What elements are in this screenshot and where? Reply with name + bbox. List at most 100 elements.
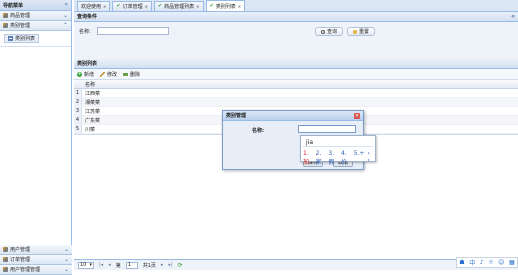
nav-section-label: 类别管理 xyxy=(10,23,31,29)
search-button-label: 查询 xyxy=(327,29,338,35)
collapse-icon[interactable]: « xyxy=(511,13,515,20)
collapse-nav-icon[interactable]: « xyxy=(64,2,68,8)
table-row[interactable]: 1 江西菜 xyxy=(74,89,518,98)
tab-label: 订单管理 xyxy=(122,4,143,10)
delete-button-label: 删除 xyxy=(130,71,141,78)
keyboard-icon[interactable]: ▦ xyxy=(509,259,515,266)
nav-item-label: 类别列表 xyxy=(15,36,36,42)
tab-orders[interactable]: ✔ 订单管理 ✕ xyxy=(112,1,152,11)
ime-candidate[interactable]: 4.价 xyxy=(341,150,351,166)
row-number: 5 xyxy=(74,125,82,133)
chevron-down-icon[interactable]: ⌄ xyxy=(64,246,69,253)
tab-welcome[interactable]: 欢迎使用 ✕ xyxy=(77,1,111,11)
list-toolbar: + 新增 修改 删除 xyxy=(74,69,518,80)
close-icon[interactable]: ✕ xyxy=(103,4,106,9)
ime-tray: ☗ 中 ♪ ☼ ☺ ▦ xyxy=(456,257,518,268)
ime-candidate[interactable]: 3.假 xyxy=(328,150,338,166)
close-icon[interactable]: ✕ xyxy=(145,4,148,9)
nav-section-order[interactable]: 订单管理 ⌄ xyxy=(0,255,72,265)
pencil-icon xyxy=(100,71,106,77)
edit-button[interactable]: 修改 xyxy=(100,71,117,78)
page-label: 第 xyxy=(115,262,121,269)
row-number: 4 xyxy=(74,116,82,124)
row-name: 湘菜菜 xyxy=(85,99,101,106)
page-number-input[interactable]: 1 xyxy=(125,261,138,269)
nav-section-user[interactable]: 用户管理 ⌄ xyxy=(0,245,72,255)
add-button-label: 新增 xyxy=(84,71,95,78)
chevron-down-icon[interactable]: ⌄ xyxy=(63,12,68,19)
nav-header: 导航菜单 « xyxy=(0,0,71,11)
list-panel-header: 类别列表 xyxy=(74,59,518,69)
next-page-icon[interactable]: ▸ xyxy=(161,262,164,268)
nav-section-label: 订单管理 xyxy=(10,257,31,263)
list-panel-title: 类别列表 xyxy=(77,61,98,67)
row-number: 2 xyxy=(74,98,82,106)
dialog-name-label: 名称: xyxy=(252,128,264,134)
ime-page-arrows[interactable]: ‹ › xyxy=(367,150,373,166)
dialog-header: 类别管理 ✕ xyxy=(223,111,363,121)
close-icon[interactable]: ✕ xyxy=(196,4,199,9)
nav-section-label: 用户管理 xyxy=(10,247,31,253)
total-pages-label: 共1页 xyxy=(142,262,156,269)
reset-button-label: 重置 xyxy=(359,29,370,35)
query-name-input[interactable] xyxy=(97,27,169,35)
reset-button[interactable]: 重置 xyxy=(347,27,376,36)
dialog-title: 类别管理 xyxy=(226,113,247,119)
chevron-up-icon[interactable]: ⌃ xyxy=(63,22,68,29)
search-icon xyxy=(321,29,325,34)
check-icon: ✔ xyxy=(209,2,214,9)
close-icon[interactable]: ✕ xyxy=(354,112,360,119)
ime-candidate[interactable]: 5.+ xyxy=(354,150,365,166)
tab-bar: 欢迎使用 ✕ ✔ 订单管理 ✕ ✔ 商品管理列表 ✕ ✔ 类别列表 ✕ xyxy=(74,0,518,12)
chevron-down-icon[interactable]: ⌄ xyxy=(64,266,69,273)
row-name: 江西菜 xyxy=(85,90,101,97)
tab-category-list[interactable]: ✔ 类别列表 ✕ xyxy=(205,0,246,11)
nav-section-label: 用户管理管理 xyxy=(10,267,41,273)
tab-label: 类别列表 xyxy=(215,3,236,10)
nav-section-category[interactable]: 类别管理 ⌃ xyxy=(0,21,71,31)
ime-candidate-popup: jia 1.加 2.家 3.假 4.价 5.+ ‹ › xyxy=(300,135,376,166)
ime-candidate[interactable]: 2.家 xyxy=(316,150,326,166)
nav-bottom-sections: 用户管理 ⌄ 订单管理 ⌄ 用户管理管理 ⌄ xyxy=(0,245,72,275)
query-name-label: 名称: xyxy=(79,29,91,35)
ime-pinyin: jia xyxy=(303,136,373,147)
tab-goods-list[interactable]: ✔ 商品管理列表 ✕ xyxy=(153,1,204,11)
chevron-down-icon[interactable]: ⌄ xyxy=(64,256,69,263)
delete-button[interactable]: 删除 xyxy=(123,71,140,78)
row-name: 江苏菜 xyxy=(85,108,101,115)
page-size-select[interactable]: 10 ▾ xyxy=(78,261,94,269)
check-icon: ✔ xyxy=(116,3,121,9)
table-row[interactable]: 2 湘菜菜 xyxy=(74,98,518,107)
pagination-bar: 10 ▾ |◂ ◂ 第 1 共1页 ▸ ▸| ⟳ xyxy=(74,259,518,270)
tab-label: 欢迎使用 xyxy=(81,4,102,10)
dialog-name-input[interactable] xyxy=(298,125,356,133)
nav-panel: 导航菜单 « 商品管理 ⌄ 类别管理 ⌃ 类别列表 用户管理 ⌄ 订单管理 ⌄ … xyxy=(0,0,72,275)
add-button[interactable]: + 新增 xyxy=(77,71,94,78)
chinese-mode-icon[interactable]: 中 xyxy=(469,258,475,267)
nav-section-goods[interactable]: 商品管理 ⌄ xyxy=(0,11,71,21)
ime-candidate[interactable]: 1.加 xyxy=(303,150,313,166)
nav-section-body: 类别列表 xyxy=(0,31,71,47)
ime-logo-icon[interactable]: ☗ xyxy=(459,259,464,266)
punctuation-icon[interactable]: ☼ xyxy=(488,259,493,266)
prev-page-icon[interactable]: ◂ xyxy=(108,262,111,268)
query-panel-header: 查询条件 « xyxy=(74,12,518,22)
refresh-icon[interactable]: ⟳ xyxy=(178,262,183,269)
emoji-icon[interactable]: ☺ xyxy=(498,259,504,266)
column-header-name[interactable]: 名称 xyxy=(82,81,95,88)
chevron-down-icon: ▾ xyxy=(89,262,92,268)
ime-candidates: 1.加 2.家 3.假 4.价 5.+ ‹ › xyxy=(301,147,375,166)
nav-section-user-admin[interactable]: 用户管理管理 ⌄ xyxy=(0,265,72,275)
edit-button-label: 修改 xyxy=(107,71,118,78)
delete-icon xyxy=(123,72,129,76)
first-page-icon[interactable]: |◂ xyxy=(99,262,103,268)
row-number: 3 xyxy=(74,107,82,115)
voice-icon[interactable]: ♪ xyxy=(480,259,484,266)
row-name: 川菜 xyxy=(85,126,96,133)
row-number: 1 xyxy=(74,89,82,97)
nav-item-category-list[interactable]: 类别列表 xyxy=(4,34,40,43)
close-icon[interactable]: ✕ xyxy=(238,4,241,9)
nav-title: 导航菜单 xyxy=(3,2,24,9)
last-page-icon[interactable]: ▸| xyxy=(168,262,172,268)
search-button[interactable]: 查询 xyxy=(315,27,344,36)
